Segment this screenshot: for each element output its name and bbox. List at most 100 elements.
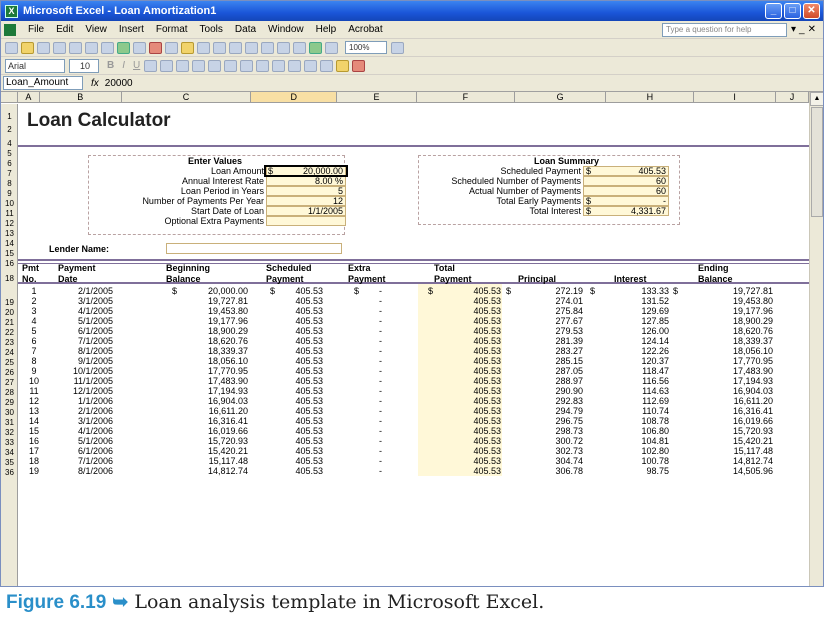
font-color-icon[interactable] [352,59,366,72]
italic-icon[interactable]: I [122,60,125,71]
row-header[interactable]: 33 [1,438,18,448]
minimize-button[interactable]: _ [765,3,782,19]
scroll-up-icon[interactable]: ▲ [810,92,823,106]
email-icon[interactable] [69,41,82,54]
enter-values-cell[interactable] [266,216,346,226]
row-header[interactable]: 2 [1,125,18,135]
row-header[interactable]: 25 [1,358,18,368]
menu-file[interactable]: File [22,24,50,35]
undo-icon[interactable] [213,41,226,54]
formula-input[interactable]: 20000 [105,78,133,89]
menu-view[interactable]: View [79,24,113,35]
open-icon[interactable] [21,41,34,54]
menu-insert[interactable]: Insert [113,24,150,35]
row-header[interactable]: 28 [1,388,18,398]
lender-name-input[interactable] [166,243,342,254]
column-header-f[interactable]: F [417,92,515,102]
column-header-a[interactable]: A [18,92,40,102]
name-box[interactable]: Loan_Amount [3,76,83,90]
menu-format[interactable]: Format [150,24,194,35]
spelling-icon[interactable] [117,41,130,54]
maximize-button[interactable]: □ [784,3,801,19]
row-header[interactable]: 13 [1,229,18,239]
fill-color-icon[interactable] [336,59,350,72]
menu-edit[interactable]: Edit [50,24,79,35]
decrease-decimal-icon[interactable] [272,59,286,72]
menu-window[interactable]: Window [262,24,310,35]
help-icon[interactable] [391,41,404,54]
hyperlink-icon[interactable] [245,41,258,54]
select-all-corner[interactable] [1,92,18,102]
row-header[interactable]: 15 [1,249,18,259]
active-cell-d6[interactable] [264,165,348,177]
document-window-controls[interactable]: ▾_✕ [787,24,823,35]
font-size-select[interactable]: 10 [69,58,99,73]
row-header[interactable]: 26 [1,368,18,378]
row-header[interactable]: 27 [1,378,18,388]
redo-icon[interactable] [229,41,242,54]
menu-tools[interactable]: Tools [194,24,229,35]
permission-icon[interactable] [53,41,66,54]
column-header-h[interactable]: H [606,92,695,102]
menu-help[interactable]: Help [310,24,343,35]
zoom-select[interactable]: 100% [345,41,387,54]
align-left-icon[interactable] [144,59,158,72]
row-header[interactable]: 16 [1,259,18,269]
copy-icon[interactable] [165,41,178,54]
row-header[interactable]: 24 [1,348,18,358]
save-icon[interactable] [37,41,50,54]
row-header[interactable]: 5 [1,149,18,159]
borders-icon[interactable] [320,59,334,72]
row-header[interactable]: 19 [1,298,18,308]
research-icon[interactable] [133,41,146,54]
cut-icon[interactable] [149,41,162,54]
align-right-icon[interactable] [176,59,190,72]
column-header-b[interactable]: B [40,92,122,102]
print-preview-icon[interactable] [101,41,114,54]
decrease-indent-icon[interactable] [288,59,302,72]
row-header[interactable]: 14 [1,239,18,249]
row-header[interactable]: 31 [1,418,18,428]
row-header[interactable]: 20 [1,308,18,318]
enter-values-cell[interactable] [266,186,346,196]
currency-icon[interactable] [208,59,222,72]
column-header-c[interactable]: C [122,92,252,102]
column-header-j[interactable]: J [776,92,809,102]
row-header[interactable]: 29 [1,398,18,408]
align-center-icon[interactable] [160,59,174,72]
row-header[interactable]: 18 [1,274,18,284]
increase-indent-icon[interactable] [304,59,318,72]
menu-acrobat[interactable]: Acrobat [342,24,388,35]
vertical-scrollbar[interactable]: ▲ [809,92,823,586]
row-header[interactable]: 6 [1,159,18,169]
autosum-icon[interactable] [261,41,274,54]
sort-ascending-icon[interactable] [277,41,290,54]
ask-question-input[interactable]: Type a question for help [662,22,788,37]
comma-icon[interactable] [240,59,254,72]
column-header-i[interactable]: I [694,92,777,102]
row-header[interactable]: 35 [1,458,18,468]
bold-icon[interactable]: B [107,60,114,71]
font-select[interactable]: Arial [5,58,65,73]
row-header[interactable]: 7 [1,169,18,179]
print-icon[interactable] [85,41,98,54]
new-icon[interactable] [5,41,18,54]
paste-icon[interactable] [181,41,194,54]
row-header[interactable]: 22 [1,328,18,338]
menu-data[interactable]: Data [229,24,262,35]
row-header[interactable]: 11 [1,209,18,219]
scroll-thumb[interactable] [811,107,823,217]
row-header[interactable]: 34 [1,448,18,458]
sort-descending-icon[interactable] [293,41,306,54]
percent-icon[interactable] [224,59,238,72]
insert-function-icon[interactable]: fx [91,78,99,89]
row-header[interactable]: 21 [1,318,18,328]
row-header[interactable]: 9 [1,189,18,199]
row-header[interactable]: 30 [1,408,18,418]
row-header[interactable]: 1 [1,112,18,122]
drawing-icon[interactable] [325,41,338,54]
column-header-e[interactable]: E [337,92,417,102]
workbook-icon[interactable] [4,23,16,36]
column-header-g[interactable]: G [515,92,607,102]
increase-decimal-icon[interactable] [256,59,270,72]
